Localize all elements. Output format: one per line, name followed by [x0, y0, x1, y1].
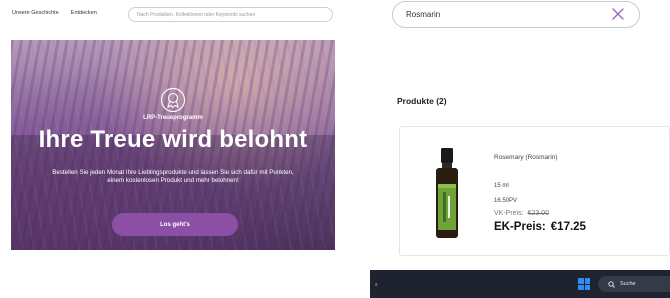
hero-banner: LRP-Treueprogramm Ihre Treue wird belohn…: [11, 40, 335, 250]
products-heading: Produkte (2): [397, 96, 447, 106]
vk-price-value: €23.00: [527, 210, 549, 217]
product-size: 15 ml: [494, 183, 509, 189]
hero-title: Ihre Treue wird belohnt: [38, 126, 308, 153]
nav-link-discover[interactable]: Entdecken: [71, 10, 97, 16]
vk-label: VK-Preis:: [494, 210, 524, 217]
search-icon: [608, 280, 615, 288]
search-value: Rosmarin: [406, 10, 441, 19]
windows-start-icon[interactable]: [578, 278, 590, 290]
hero-program-label: LRP-Treueprogramm: [143, 115, 203, 121]
vk-price: VK-Preis: €23.00: [494, 210, 549, 217]
taskbar-search[interactable]: Suche: [598, 276, 670, 292]
hero-cta-button[interactable]: Los geht's: [112, 213, 238, 236]
product-bottle-image: [436, 148, 458, 238]
nav-link-story[interactable]: Unsere Geschichte: [12, 10, 59, 16]
taskbar: s Suche: [370, 270, 670, 298]
loyalty-badge-icon: [160, 87, 186, 113]
hero-description: Bestellen Sie jeden Monat Ihre Lieblings…: [52, 169, 294, 184]
top-nav: Unsere Geschichte Entdecken: [12, 10, 97, 16]
close-icon[interactable]: [611, 7, 625, 21]
taskbar-search-label: Suche: [620, 281, 636, 287]
taskbar-left-glyph: s: [375, 282, 378, 288]
ek-price-value: €17.25: [550, 221, 586, 233]
product-card[interactable]: Rosemary (Rosmarin) 15 ml 16.50PV VK-Pre…: [399, 126, 670, 256]
right-pane: Rosmarin Produkte (2) Rosemary (Rosmarin…: [370, 0, 670, 298]
search-placeholder: Nach Produkten, Kollektionen oder Keywor…: [137, 11, 256, 18]
ek-price: EK-Preis: €17.25: [494, 221, 586, 233]
product-name[interactable]: Rosemary (Rosmarin): [494, 154, 558, 161]
product-search-field[interactable]: Rosmarin: [392, 1, 640, 28]
ek-label: EK-Preis:: [494, 221, 546, 233]
product-pv: 16.50PV: [494, 198, 518, 204]
left-pane: Unsere Geschichte Entdecken Nach Produkt…: [0, 0, 345, 298]
search-input[interactable]: Nach Produkten, Kollektionen oder Keywor…: [128, 7, 333, 22]
